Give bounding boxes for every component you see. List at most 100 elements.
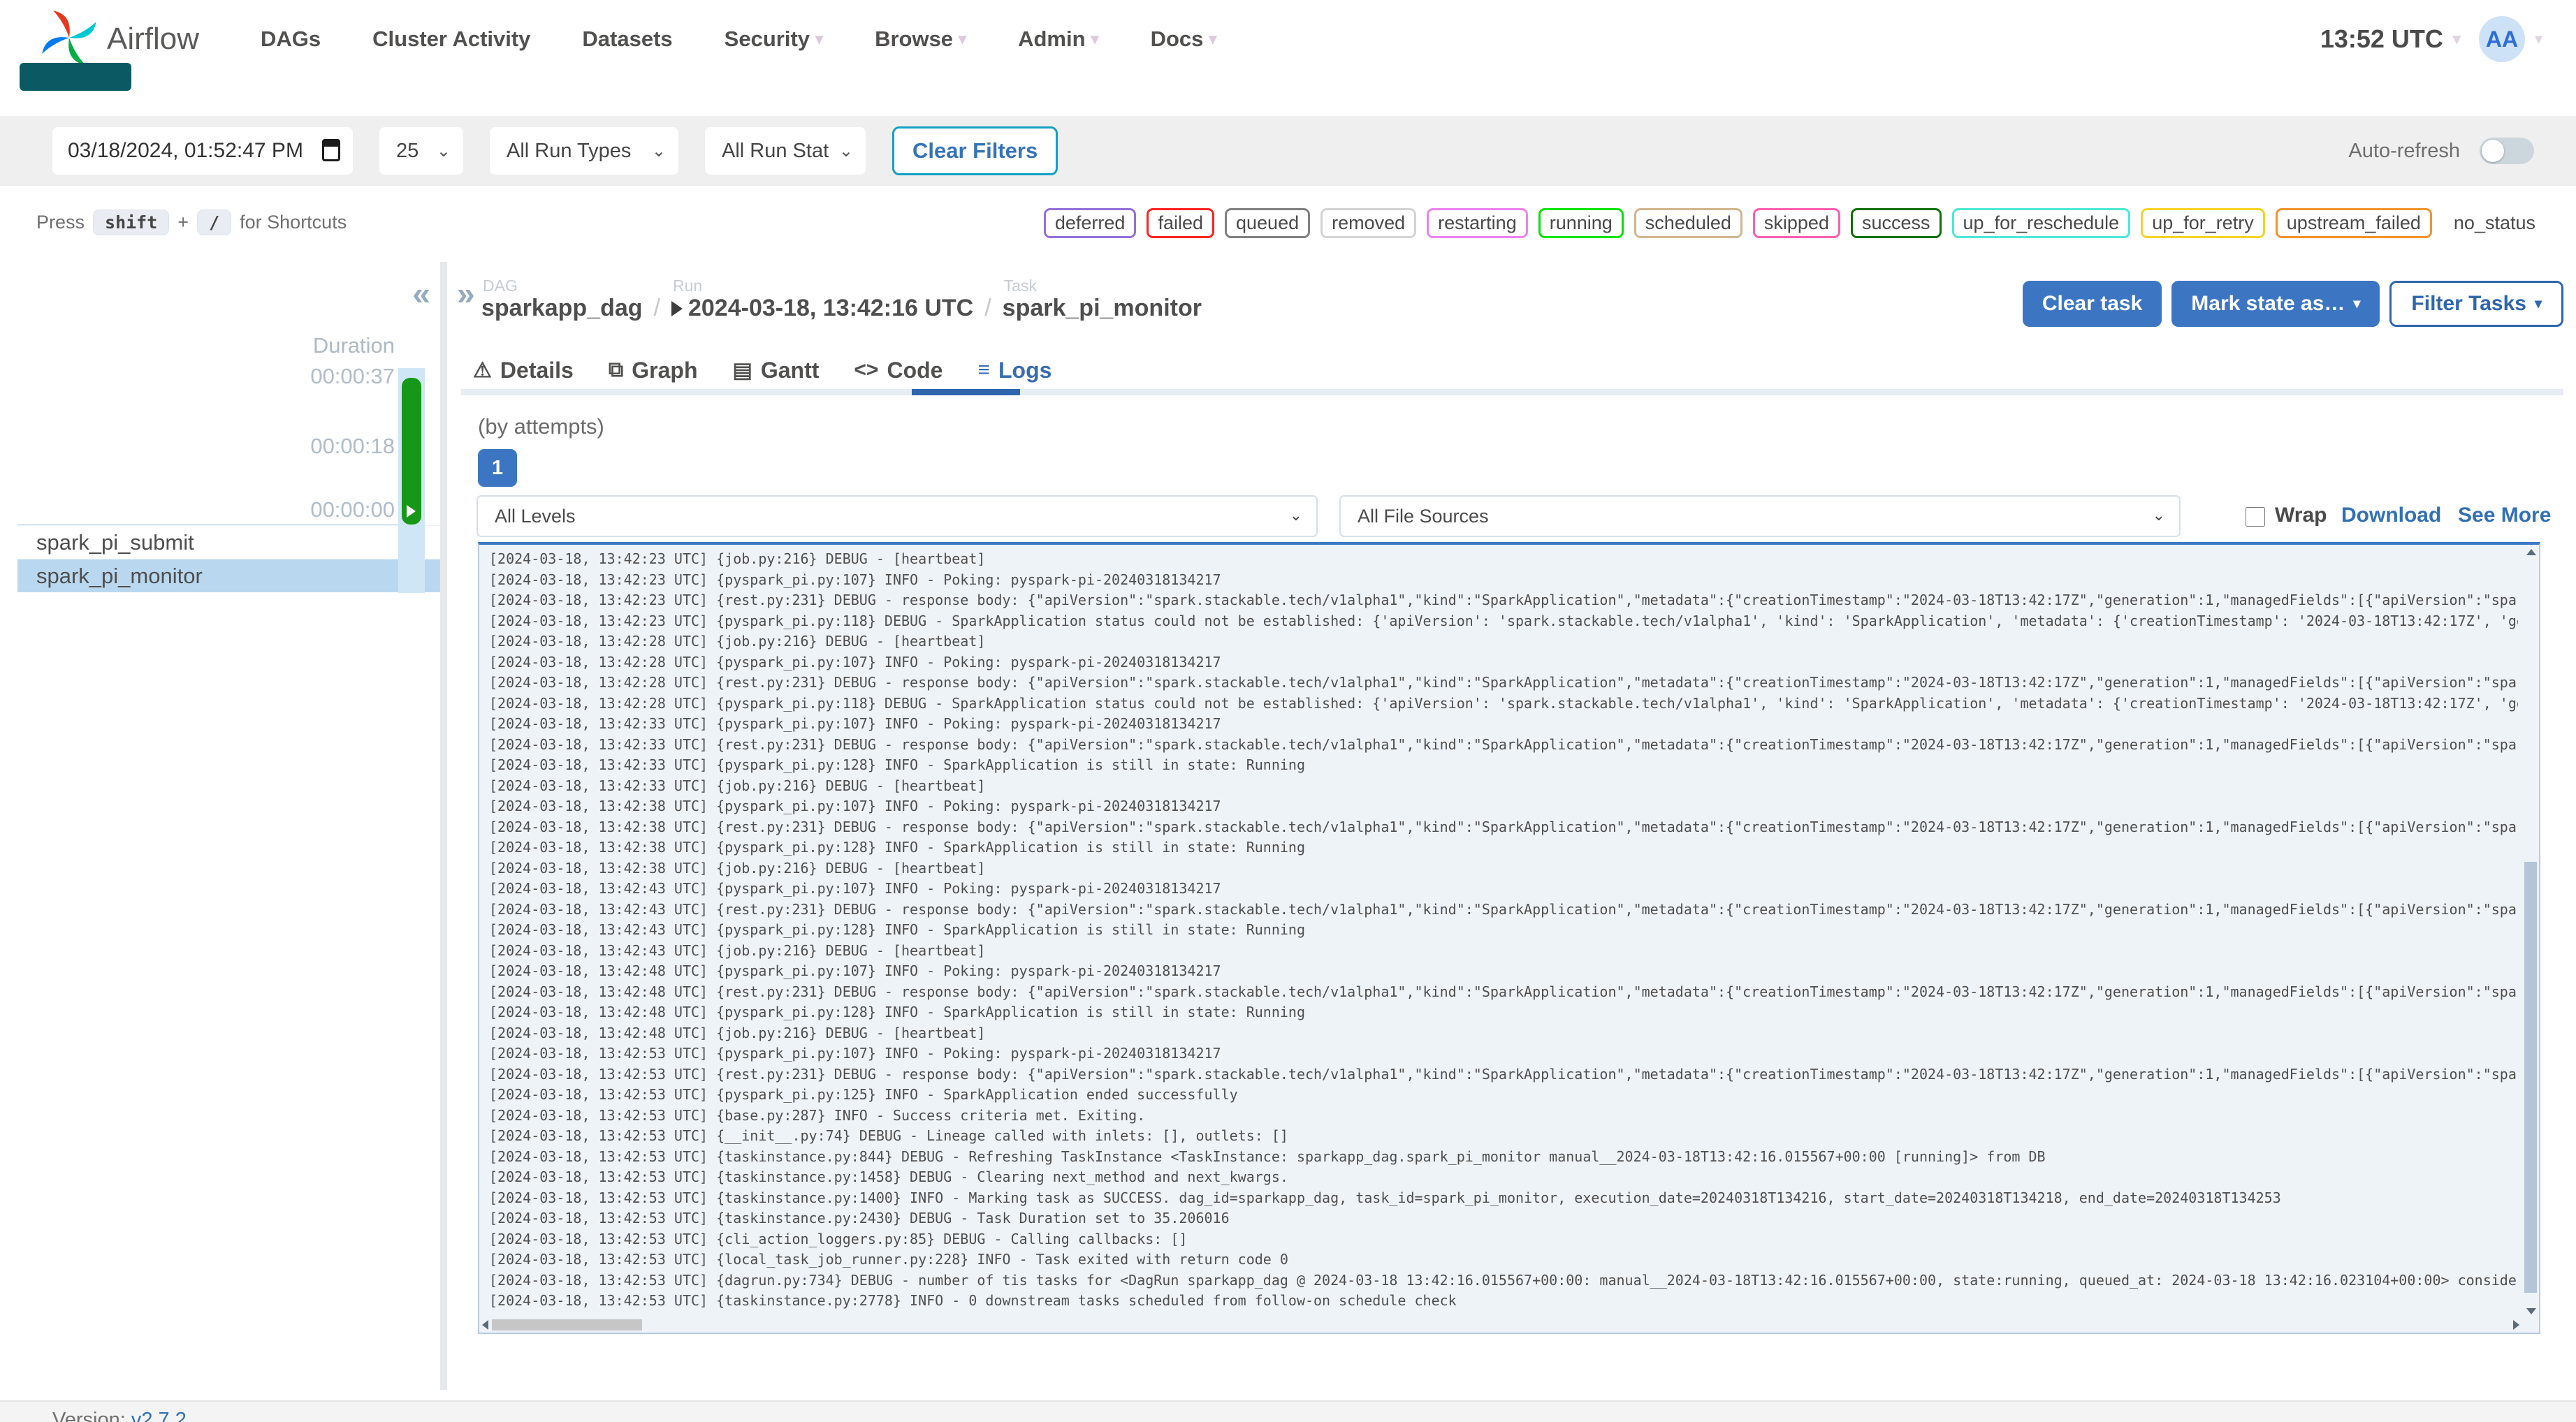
task-name: spark_pi_monitor bbox=[36, 563, 203, 588]
log-line: [2024-03-18, 13:42:43 UTC] {pyspark_pi.p… bbox=[489, 880, 1221, 897]
state-badge[interactable]: up_for_retry bbox=[2141, 208, 2265, 238]
scroll-down-icon[interactable] bbox=[2526, 1308, 2536, 1314]
breadcrumb-dag-value[interactable]: sparkapp_dag bbox=[481, 295, 643, 322]
scroll-up-icon[interactable] bbox=[2526, 549, 2536, 555]
nav-item[interactable]: Docs ▾ bbox=[1151, 27, 1217, 52]
tab-icon: ⧉ bbox=[608, 358, 624, 381]
by-attempts-label: (by attempts) bbox=[478, 414, 604, 439]
state-badge[interactable]: restarting bbox=[1427, 208, 1528, 238]
log-levels-select[interactable]: All Levels bbox=[478, 497, 1316, 536]
log-line: [2024-03-18, 13:42:53 UTC] {cli_action_l… bbox=[489, 1230, 1188, 1247]
mark-state-button[interactable]: Mark state as… ▾ bbox=[2171, 281, 2380, 327]
log-line: [2024-03-18, 13:42:53 UTC] {base.py:287}… bbox=[489, 1106, 1146, 1124]
airflow-logo-icon bbox=[38, 7, 100, 72]
log-line: [2024-03-18, 13:42:33 UTC] {rest.py:231}… bbox=[489, 735, 2518, 753]
breadcrumb: DAG sparkapp_dag / Run 2024-03-18, 13:42… bbox=[481, 277, 1202, 322]
nav-item[interactable]: Admin ▾ bbox=[1018, 27, 1098, 52]
version-link[interactable]: v2.7.2 bbox=[131, 1409, 187, 1422]
state-badge[interactable]: no_status bbox=[2442, 208, 2547, 238]
see-more-link[interactable]: See More bbox=[2458, 504, 2551, 527]
chevron-down-icon: ▾ bbox=[2534, 296, 2542, 311]
state-badge[interactable]: upstream_failed bbox=[2275, 208, 2432, 238]
filter-tasks-button[interactable]: Filter Tasks ▾ bbox=[2389, 281, 2563, 327]
attempt-1-button[interactable]: 1 bbox=[478, 449, 517, 487]
airflow-app: Airflow DAGs ▾ Cluster Activity ▾ Datase… bbox=[0, 0, 2576, 1422]
breadcrumb-task-value[interactable]: spark_pi_monitor bbox=[1003, 295, 1202, 322]
breadcrumb-task-label: Task bbox=[1003, 277, 1037, 295]
state-badge[interactable]: skipped bbox=[1752, 208, 1840, 238]
version-info: Version: v2.7.2 bbox=[52, 1409, 187, 1422]
run-states-select[interactable]: All Run States bbox=[705, 127, 866, 175]
state-badge[interactable]: queued bbox=[1225, 208, 1311, 238]
log-line: [2024-03-18, 13:42:28 UTC] {rest.py:231}… bbox=[489, 674, 2518, 691]
log-line: [2024-03-18, 13:42:53 UTC] {taskinstance… bbox=[489, 1189, 2281, 1206]
vertical-scroll-thumb[interactable] bbox=[2524, 861, 2537, 1293]
log-line: [2024-03-18, 13:42:53 UTC] {rest.py:231}… bbox=[489, 1065, 2518, 1083]
log-line: [2024-03-18, 13:42:43 UTC] {rest.py:231}… bbox=[489, 900, 2518, 918]
sidebar-resizer[interactable] bbox=[440, 262, 447, 1390]
tab[interactable]: ▤ Gantt bbox=[733, 351, 820, 389]
chevron-down-icon: ▾ bbox=[2452, 30, 2461, 47]
breadcrumb-dag-label: DAG bbox=[483, 277, 518, 295]
state-badge[interactable]: deferred bbox=[1043, 208, 1137, 238]
tab-icon: ≡ bbox=[977, 358, 990, 381]
log-line: [2024-03-18, 13:42:53 UTC] {local_task_j… bbox=[489, 1251, 1288, 1268]
auto-refresh-toggle[interactable] bbox=[2480, 138, 2534, 164]
task-row[interactable]: spark_pi_submit bbox=[17, 525, 440, 559]
log-line: [2024-03-18, 13:42:28 UTC] {pyspark_pi.p… bbox=[489, 694, 2518, 712]
state-badge[interactable]: scheduled bbox=[1633, 208, 1742, 238]
tab-icon: ▤ bbox=[732, 358, 752, 382]
log-line: [2024-03-18, 13:42:23 UTC] {pyspark_pi.p… bbox=[489, 612, 2518, 629]
tab[interactable]: ⚠ Details bbox=[473, 351, 574, 389]
log-line: [2024-03-18, 13:42:53 UTC] {taskinstance… bbox=[489, 1292, 1457, 1309]
task-duration-bar[interactable] bbox=[402, 378, 421, 525]
download-link[interactable]: Download bbox=[2341, 504, 2441, 527]
play-icon bbox=[407, 505, 416, 518]
task-list: spark_pi_submit spark_pi_monitor bbox=[17, 525, 440, 592]
log-line: [2024-03-18, 13:42:53 UTC] {pyspark_pi.p… bbox=[489, 1086, 1238, 1103]
tab[interactable]: <> Code bbox=[854, 351, 943, 389]
chevron-down-icon: ▾ bbox=[1091, 30, 1099, 47]
tab[interactable]: ⧉ Graph bbox=[609, 351, 698, 389]
auto-refresh-label: Auto-refresh bbox=[2348, 139, 2460, 162]
log-line: [2024-03-18, 13:42:48 UTC] {pyspark_pi.p… bbox=[489, 1004, 1305, 1020]
file-sources-select-wrap: All File Sources ⌄ bbox=[1339, 495, 2181, 537]
log-line: [2024-03-18, 13:42:33 UTC] {pyspark_pi.p… bbox=[489, 715, 1221, 732]
nav-item[interactable]: Security ▾ bbox=[725, 27, 823, 52]
breadcrumb-run-value[interactable]: 2024-03-18, 13:42:16 UTC bbox=[688, 295, 973, 322]
nav-item[interactable]: Datasets ▾ bbox=[582, 27, 672, 52]
airflow-brand[interactable]: Airflow bbox=[38, 7, 199, 72]
axis-tick-label: 00:00:18 bbox=[310, 434, 395, 458]
tab[interactable]: ≡ Logs bbox=[977, 351, 1051, 389]
expand-sidebar-icon[interactable]: » bbox=[457, 277, 475, 309]
nav-item[interactable]: Browse ▾ bbox=[875, 27, 966, 52]
page-size-select[interactable]: 25 bbox=[379, 127, 463, 175]
state-badge[interactable]: failed bbox=[1147, 208, 1214, 238]
state-badge[interactable]: success bbox=[1850, 208, 1942, 238]
grid-cell-partial[interactable] bbox=[20, 63, 131, 91]
state-badge[interactable]: removed bbox=[1320, 208, 1417, 238]
tab-icon: <> bbox=[854, 358, 879, 381]
horizontal-scroll-thumb[interactable] bbox=[492, 1319, 642, 1331]
state-badge[interactable]: up_for_reschedule bbox=[1951, 208, 2131, 238]
file-sources-select[interactable]: All File Sources bbox=[1341, 497, 2179, 536]
wrap-checkbox[interactable] bbox=[2246, 507, 2265, 527]
nav-item[interactable]: DAGs ▾ bbox=[261, 27, 321, 52]
scroll-right-icon[interactable] bbox=[2513, 1320, 2519, 1330]
log-line: [2024-03-18, 13:42:38 UTC] {pyspark_pi.p… bbox=[489, 798, 1221, 814]
scroll-left-icon[interactable] bbox=[482, 1320, 488, 1330]
timezone-clock[interactable]: 13:52 UTC ▾ bbox=[2320, 24, 2461, 54]
task-actions: Clear task Mark state as… ▾ Filter Tasks… bbox=[2022, 281, 2563, 327]
task-row[interactable]: spark_pi_monitor bbox=[17, 559, 440, 592]
user-menu[interactable]: AA ▾ bbox=[2478, 16, 2542, 62]
state-badge[interactable]: running bbox=[1538, 208, 1624, 238]
tab-icon: ⚠ bbox=[473, 358, 492, 382]
calendar-icon[interactable] bbox=[322, 139, 340, 161]
base-date-input[interactable] bbox=[52, 127, 353, 175]
run-types-select[interactable]: All Run Types bbox=[490, 127, 678, 175]
vertical-scrollbar bbox=[2524, 546, 2538, 1316]
log-line: [2024-03-18, 13:42:23 UTC] {pyspark_pi.p… bbox=[489, 571, 1221, 588]
clear-filters-button[interactable]: Clear Filters bbox=[892, 126, 1058, 175]
nav-item[interactable]: Cluster Activity ▾ bbox=[372, 27, 530, 52]
clear-task-button[interactable]: Clear task bbox=[2022, 281, 2162, 327]
